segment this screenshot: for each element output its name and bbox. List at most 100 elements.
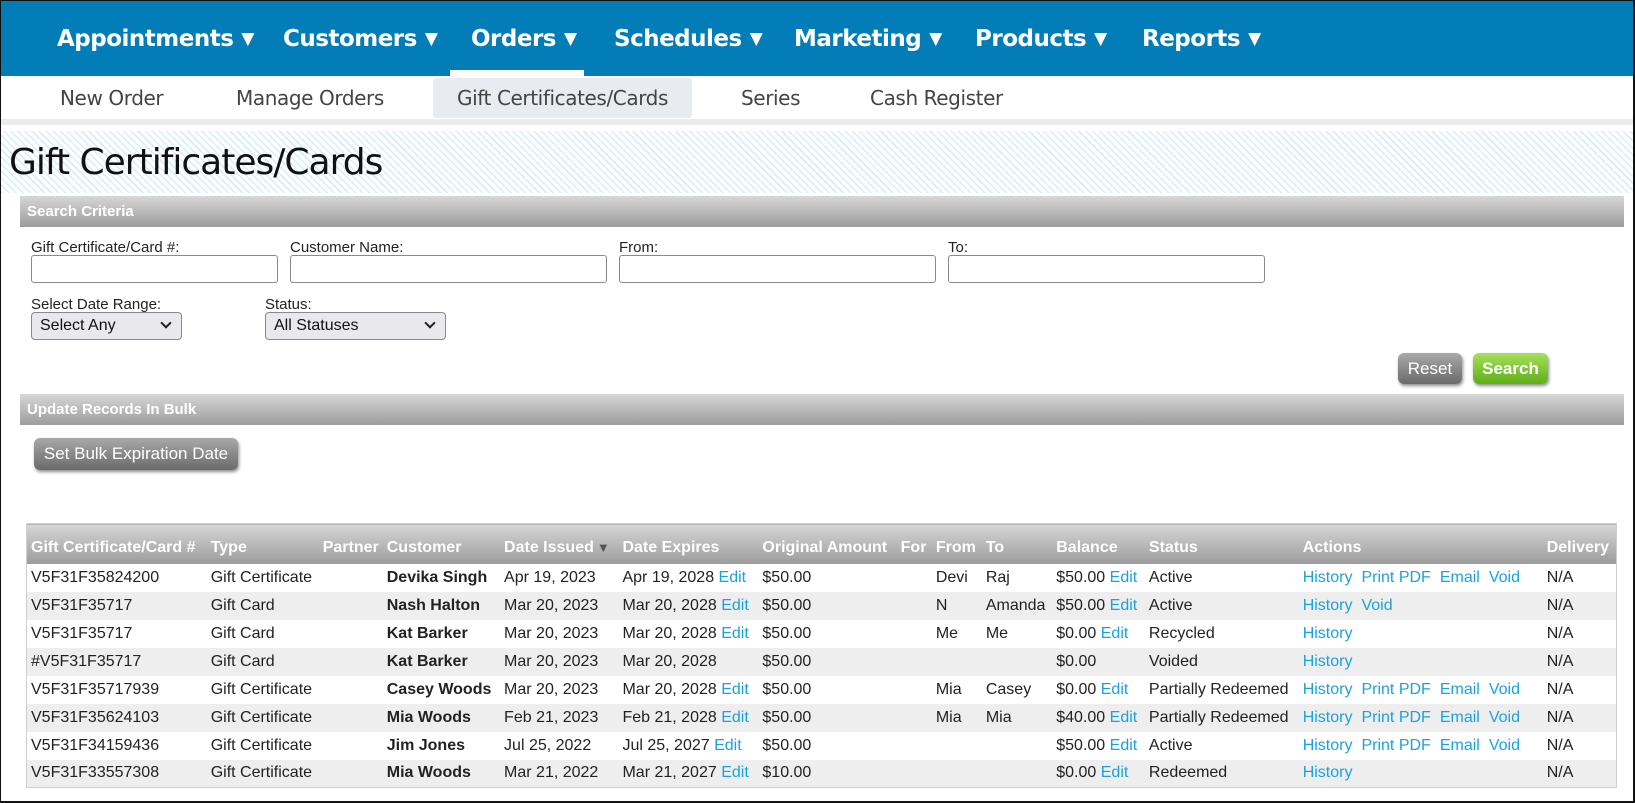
- email-link[interactable]: Email: [1440, 569, 1480, 586]
- void-link[interactable]: Void: [1489, 737, 1520, 754]
- print-pdf-link[interactable]: Print PDF: [1361, 709, 1430, 726]
- cell-customer: Casey Woods: [382, 675, 501, 704]
- topnav-customers[interactable]: Customers ▼: [262, 1, 458, 76]
- col-status[interactable]: Status: [1144, 523, 1299, 564]
- cell-actions: History Print PDF Email Void: [1298, 703, 1543, 732]
- topnav-label: Marketing: [794, 25, 922, 52]
- cell-to: Mia: [981, 703, 1053, 732]
- edit-expiration-link[interactable]: Edit: [721, 625, 749, 642]
- edit-balance-link[interactable]: Edit: [1110, 737, 1138, 754]
- void-link[interactable]: Void: [1489, 709, 1520, 726]
- topnav-orders[interactable]: Orders ▼: [450, 1, 584, 76]
- email-link[interactable]: Email: [1440, 681, 1480, 698]
- customer-name-input[interactable]: [290, 255, 607, 283]
- cell-date-issued: Mar 21, 2022: [500, 759, 619, 788]
- history-link[interactable]: History: [1303, 709, 1353, 726]
- cell-actions: History Print PDF Email Void: [1298, 731, 1543, 760]
- print-pdf-link[interactable]: Print PDF: [1361, 569, 1430, 586]
- void-link[interactable]: Void: [1361, 597, 1392, 614]
- edit-expiration-link[interactable]: Edit: [721, 709, 749, 726]
- edit-expiration-link[interactable]: Edit: [721, 764, 749, 781]
- cell-card-number: V5F31F34159436: [26, 731, 207, 760]
- col-delivery[interactable]: Delivery: [1542, 523, 1617, 564]
- subnav-manage-orders[interactable]: Manage Orders: [212, 78, 408, 118]
- edit-expiration-link[interactable]: Edit: [719, 569, 747, 586]
- col-to[interactable]: To: [981, 523, 1053, 564]
- cell-status: Partially Redeemed: [1144, 703, 1299, 732]
- topnav-appointments[interactable]: Appointments ▼: [36, 1, 275, 76]
- topnav-reports[interactable]: Reports ▼: [1121, 1, 1282, 76]
- print-pdf-link[interactable]: Print PDF: [1361, 737, 1430, 754]
- col-partner[interactable]: Partner: [316, 523, 383, 564]
- col-date-expires[interactable]: Date Expires: [618, 523, 759, 564]
- cell-for: [896, 759, 932, 788]
- from-input[interactable]: [619, 255, 936, 283]
- cell-from: N: [931, 591, 982, 620]
- edit-balance-link[interactable]: Edit: [1110, 597, 1138, 614]
- subnav-new-order[interactable]: New Order: [36, 78, 187, 118]
- history-link[interactable]: History: [1303, 681, 1353, 698]
- to-input[interactable]: [948, 255, 1265, 283]
- cell-original-amount: $50.00: [758, 591, 897, 620]
- cell-date-issued: Mar 20, 2023: [500, 647, 619, 676]
- set-bulk-expiration-button[interactable]: Set Bulk Expiration Date: [34, 438, 238, 470]
- col-original-amount[interactable]: Original Amount: [758, 523, 897, 564]
- edit-expiration-link[interactable]: Edit: [721, 681, 749, 698]
- cell-date-expires: Feb 21, 2028 Edit: [618, 703, 759, 732]
- table-row: V5F31F33557308 Gift Certificate Mia Woods M…: [26, 759, 1617, 788]
- history-link[interactable]: History: [1303, 653, 1353, 670]
- balance-value: $40.00: [1056, 708, 1106, 726]
- date-expires-value: Mar 20, 2028: [622, 652, 717, 670]
- col-type[interactable]: Type: [206, 523, 317, 564]
- caret-down-icon: ▼: [749, 28, 763, 49]
- card-number-input[interactable]: [31, 255, 278, 283]
- subnav-gift-certificates[interactable]: Gift Certificates/Cards: [433, 78, 692, 118]
- status-select[interactable]: All Statuses: [265, 312, 446, 340]
- edit-expiration-link[interactable]: Edit: [714, 737, 742, 754]
- col-for[interactable]: For: [896, 523, 932, 564]
- col-card-number[interactable]: Gift Certificate/Card #: [26, 523, 207, 564]
- email-link[interactable]: Email: [1440, 737, 1480, 754]
- history-link[interactable]: History: [1303, 764, 1353, 781]
- edit-balance-link[interactable]: Edit: [1101, 681, 1129, 698]
- history-link[interactable]: History: [1303, 597, 1353, 614]
- subnav-series[interactable]: Series: [717, 78, 824, 118]
- cell-partner: [316, 563, 383, 592]
- date-range-select[interactable]: Select Any: [31, 312, 182, 340]
- search-button[interactable]: Search: [1473, 353, 1548, 384]
- edit-balance-link[interactable]: Edit: [1110, 569, 1138, 586]
- cell-to: Amanda: [981, 591, 1053, 620]
- balance-value: $0.00: [1056, 624, 1097, 642]
- void-link[interactable]: Void: [1489, 569, 1520, 586]
- caret-down-icon: ▼: [564, 28, 577, 49]
- topnav-products[interactable]: Products ▼: [954, 1, 1128, 76]
- subnav-cash-register[interactable]: Cash Register: [846, 78, 1027, 118]
- edit-expiration-link[interactable]: Edit: [721, 597, 749, 614]
- email-link[interactable]: Email: [1440, 709, 1480, 726]
- col-from[interactable]: From: [931, 523, 982, 564]
- col-customer[interactable]: Customer: [382, 523, 501, 564]
- print-pdf-link[interactable]: Print PDF: [1361, 681, 1430, 698]
- history-link[interactable]: History: [1303, 569, 1353, 586]
- cell-type: Gift Card: [206, 647, 317, 676]
- void-link[interactable]: Void: [1489, 681, 1520, 698]
- cell-date-expires: Apr 19, 2028 Edit: [618, 563, 759, 592]
- cell-customer: Mia Woods: [382, 759, 501, 788]
- cell-card-number: V5F31F35717: [26, 619, 207, 648]
- caret-down-icon: ▼: [241, 28, 254, 49]
- cell-status: Active: [1144, 731, 1299, 760]
- cell-customer: Mia Woods: [382, 703, 501, 732]
- cell-to: [981, 759, 1053, 788]
- edit-balance-link[interactable]: Edit: [1101, 625, 1129, 642]
- history-link[interactable]: History: [1303, 625, 1353, 642]
- table-header-row: Gift Certificate/Card # Type Partner Cus…: [26, 523, 1617, 564]
- history-link[interactable]: History: [1303, 737, 1353, 754]
- topnav-schedules[interactable]: Schedules ▼: [593, 1, 783, 76]
- col-date-issued[interactable]: Date Issued ▼: [500, 523, 619, 564]
- col-balance[interactable]: Balance: [1052, 523, 1145, 564]
- edit-balance-link[interactable]: Edit: [1101, 764, 1129, 781]
- edit-balance-link[interactable]: Edit: [1110, 709, 1138, 726]
- cell-customer: Kat Barker: [382, 619, 501, 648]
- topnav-marketing[interactable]: Marketing ▼: [773, 1, 963, 76]
- reset-button[interactable]: Reset: [1398, 353, 1462, 384]
